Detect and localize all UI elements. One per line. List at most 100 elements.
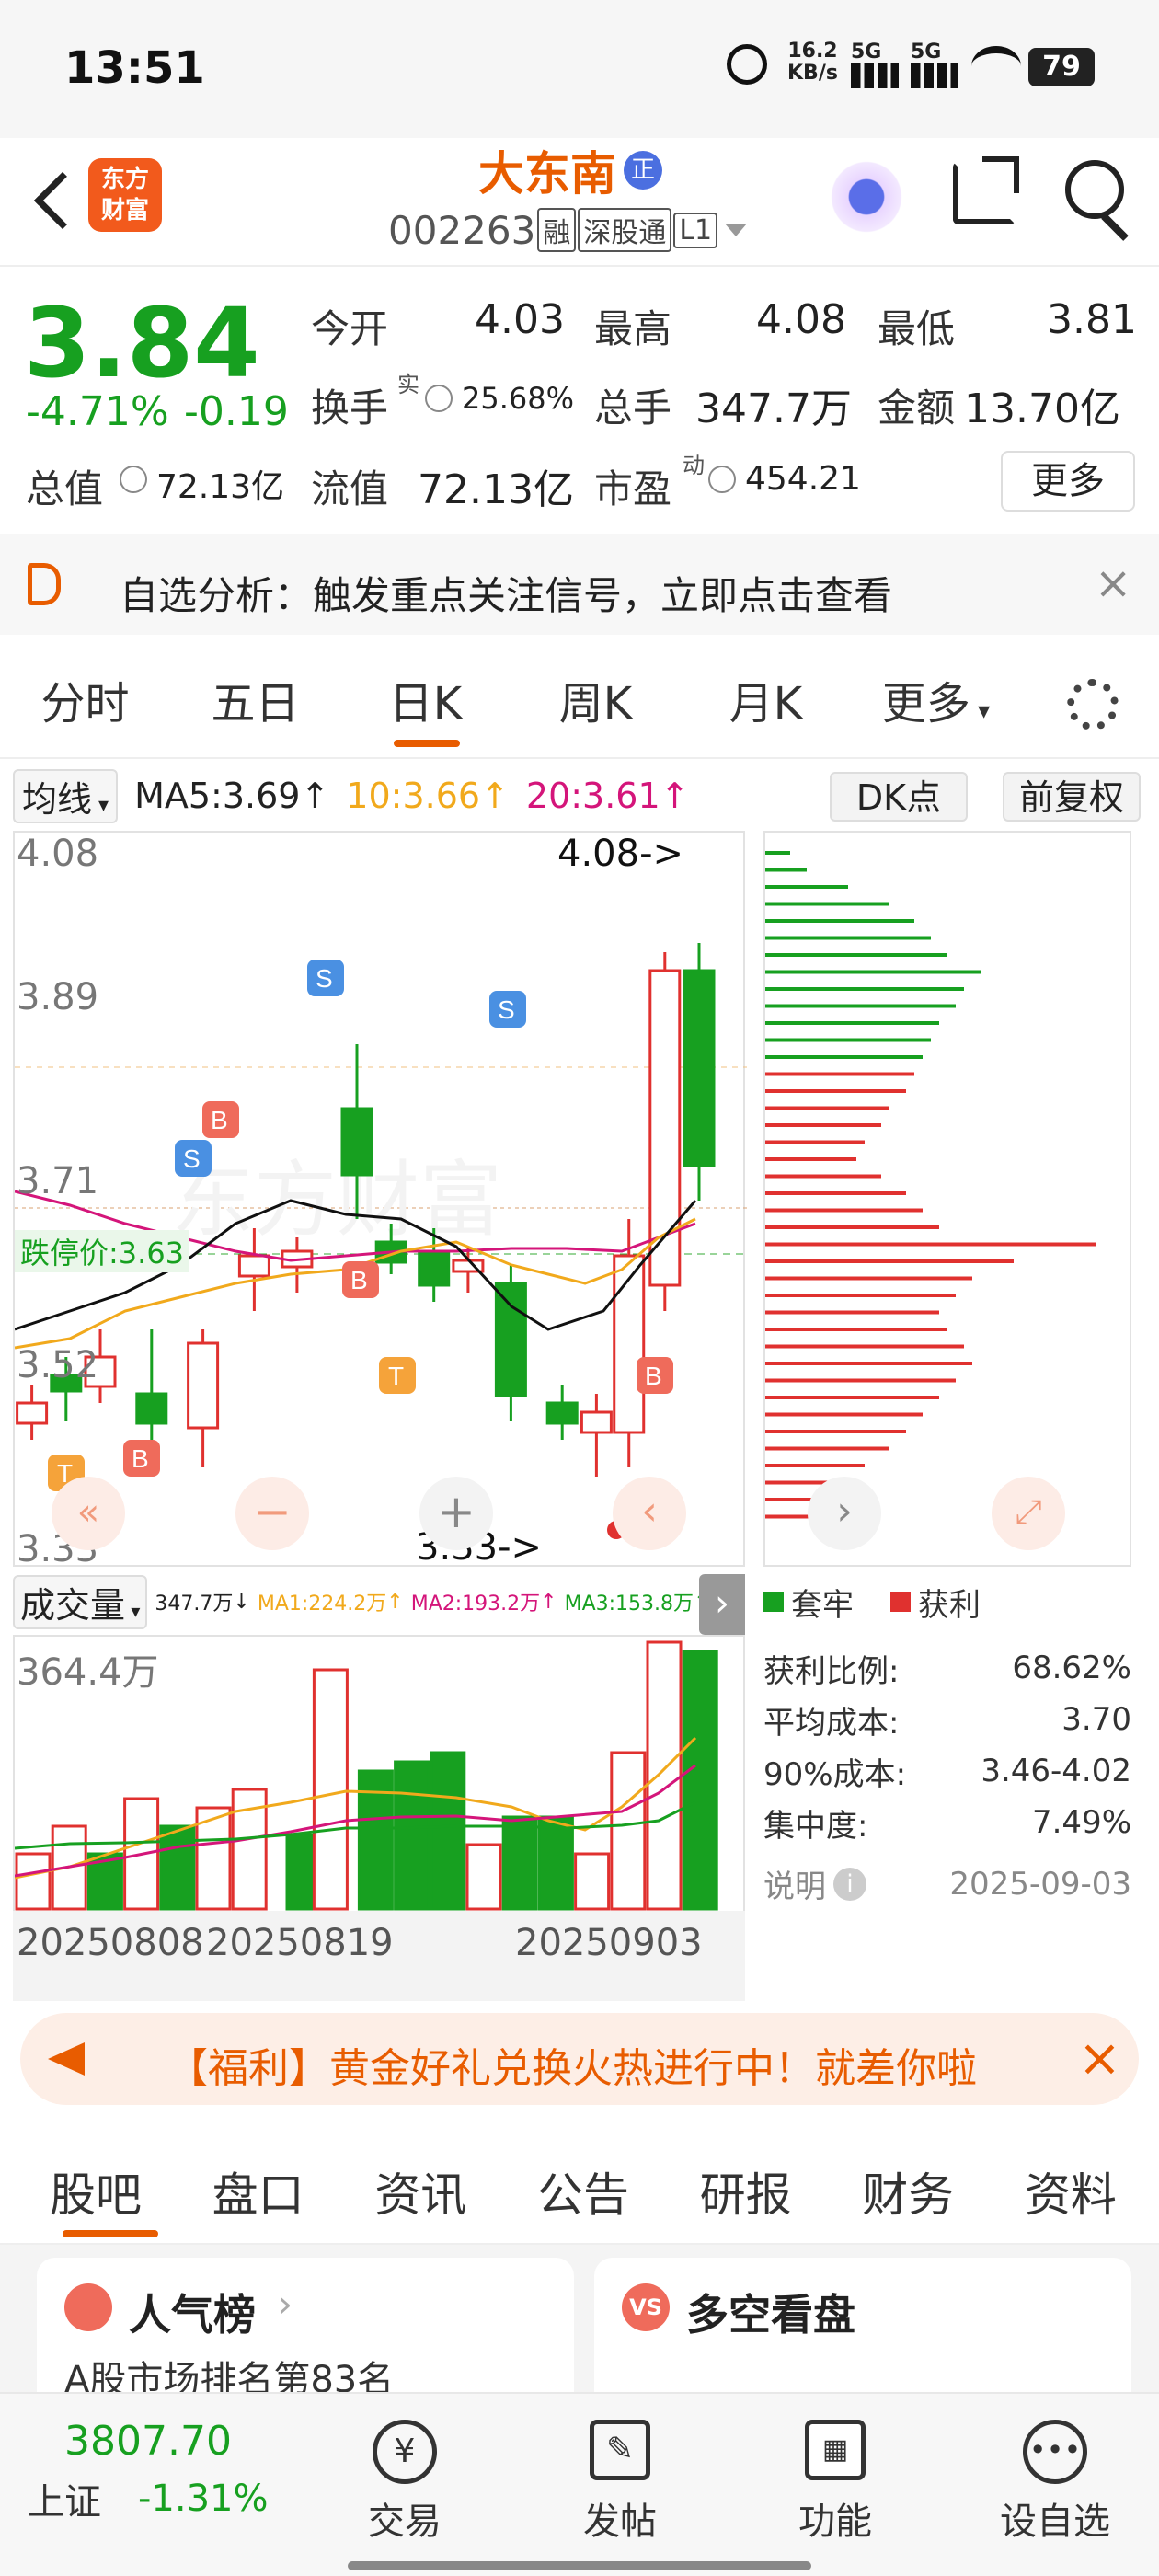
- post-label: 发帖: [583, 2501, 657, 2543]
- zoom-in-icon[interactable]: +: [419, 1477, 493, 1550]
- volume-bar: [646, 1640, 683, 1911]
- y-label-3: 3.71: [17, 1160, 99, 1202]
- close-icon[interactable]: ×: [1095, 561, 1131, 605]
- home-indicator: [348, 2561, 811, 2570]
- volume-bar: [430, 1751, 466, 1911]
- chip-bar: [765, 1004, 956, 1008]
- ma-selector[interactable]: 均线 ▾: [13, 768, 119, 823]
- zoom-out-icon[interactable]: −: [235, 1477, 309, 1550]
- tab-five-day[interactable]: 五日: [170, 667, 340, 731]
- tab-weekly-k[interactable]: 周K: [511, 667, 681, 731]
- chip-bar: [765, 1276, 972, 1281]
- ma10-value: 10:3.66: [346, 776, 481, 816]
- volume-selector[interactable]: 成交量 ▾: [13, 1574, 148, 1629]
- tab-intraday[interactable]: 分时: [0, 667, 170, 731]
- megaphone-icon: [48, 2042, 85, 2076]
- section-tabs: 股吧 盘口 资讯 公告 研报 财务 资料: [0, 2134, 1159, 2245]
- tab-monthly-k[interactable]: 月K: [681, 667, 851, 731]
- more-button[interactable]: 更多: [1001, 451, 1135, 512]
- tab-news[interactable]: 资讯: [356, 2158, 485, 2225]
- amount-value: 13.70亿: [964, 385, 1120, 432]
- expand-panel-arrow-icon[interactable]: ›: [699, 1574, 745, 1635]
- scroll-left-icon[interactable]: «: [52, 1477, 125, 1550]
- tab-announcements[interactable]: 公告: [519, 2158, 648, 2225]
- tab-order-book[interactable]: 盘口: [194, 2158, 323, 2225]
- info-icon[interactable]: [708, 466, 736, 493]
- chip-bar: [765, 1362, 972, 1365]
- trade-label: 交易: [368, 2501, 442, 2543]
- dropdown-icon[interactable]: [725, 224, 748, 236]
- chip-bar: [765, 885, 848, 889]
- mcap-label: 总值: [26, 466, 104, 512]
- signal-t-label: T: [388, 1362, 404, 1390]
- chip-bar: [765, 868, 807, 872]
- chip-bar: [765, 970, 981, 974]
- index-ticker[interactable]: 3807.70 上证 -1.31%: [28, 2418, 322, 2537]
- chip-bar: [765, 902, 889, 906]
- signal-s-label: S: [498, 995, 515, 1024]
- analysis-alert[interactable]: 自选分析：触发重点关注信号，立即点击查看 ×: [0, 534, 1159, 635]
- share-arrow-icon: [982, 156, 1019, 193]
- settings-gear-icon[interactable]: [1067, 679, 1119, 730]
- popularity-card[interactable]: 人气榜 › A股市场排名第83名: [37, 2258, 574, 2414]
- close-icon[interactable]: ×: [1078, 2033, 1121, 2085]
- speaker-icon: [28, 563, 61, 605]
- more-label: 更多: [1031, 460, 1105, 502]
- search-icon[interactable]: [1065, 160, 1124, 219]
- chip-bar: [765, 1208, 923, 1213]
- tab-financials[interactable]: 财务: [843, 2158, 972, 2225]
- high-label: 最高: [594, 306, 672, 351]
- prev-icon[interactable]: ‹: [613, 1477, 686, 1550]
- chip-note[interactable]: 说明 i: [763, 1861, 866, 1906]
- robot-assistant-icon[interactable]: [826, 156, 907, 237]
- open-label: 今开: [311, 306, 389, 351]
- signal-s-label: S: [316, 964, 333, 993]
- chip-distribution-chart[interactable]: › ⤢: [763, 831, 1131, 1567]
- candle: [418, 1249, 451, 1287]
- tab-active-underline: [394, 740, 460, 747]
- tab-research[interactable]: 研报: [682, 2158, 810, 2225]
- date-label-1: 20250808: [17, 1922, 204, 1964]
- kline-chart[interactable]: 东方财富 S S S B B B B T T 4.08 3.89 3.71 3.…: [13, 831, 747, 1570]
- chip-stat-label: 平均成本:: [763, 1704, 900, 1742]
- volume-ma1: MA1:224.2万: [257, 1593, 387, 1616]
- candle: [683, 969, 716, 1167]
- chevron-right-icon: ›: [278, 2283, 293, 2326]
- post-button[interactable]: ✎ 发帖: [546, 2394, 694, 2545]
- chip-bar: [765, 1430, 906, 1433]
- expand-icon[interactable]: ⤢: [992, 1477, 1065, 1550]
- chip-next-icon[interactable]: ›: [808, 1477, 881, 1550]
- info-icon[interactable]: [425, 385, 453, 412]
- features-button[interactable]: ▦ 功能: [762, 2394, 909, 2545]
- tab-daily-k[interactable]: 日K: [340, 667, 511, 731]
- versus-icon: VS: [622, 2283, 670, 2331]
- chip-stat-value: 3.70: [1061, 1701, 1131, 1738]
- period-tabs: 分时 五日 日K 周K 月K 更多 ▾: [0, 635, 1159, 759]
- volume-bar: [537, 1815, 574, 1911]
- chip-svg: [765, 851, 1096, 1519]
- tab-profile[interactable]: 资料: [1006, 2158, 1135, 2225]
- candle: [340, 1107, 373, 1177]
- stock-code: 002263: [388, 207, 536, 253]
- add-watchlist-button[interactable]: ••• 设自选: [977, 2394, 1133, 2545]
- tab-more[interactable]: 更多 ▾: [851, 667, 1021, 731]
- back-icon[interactable]: [33, 171, 92, 230]
- app-logo[interactable]: 东方 财富: [88, 158, 162, 232]
- signal-b-label: B: [132, 1444, 149, 1473]
- battery-icon: 79: [1028, 48, 1095, 86]
- volume-chart[interactable]: 364.4万: [13, 1635, 745, 1911]
- trade-button[interactable]: ¥ 交易: [331, 2394, 478, 2545]
- section-tab-underline: [63, 2230, 158, 2237]
- bull-bear-card[interactable]: VS 多空看盘: [594, 2258, 1131, 2414]
- tab-forum[interactable]: 股吧: [31, 2158, 160, 2225]
- candle: [494, 1282, 527, 1397]
- info-icon[interactable]: [120, 466, 147, 493]
- adjust-toggle[interactable]: 前复权: [1003, 772, 1141, 822]
- chip-bar: [765, 1055, 923, 1059]
- dk-point-toggle[interactable]: DK点: [830, 772, 968, 822]
- promo-banner[interactable]: 【福利】黄金好礼兑换火热进行中！就差你啦 ×: [20, 2013, 1139, 2105]
- chip-bar: [765, 1396, 939, 1399]
- volume-selector-label: 成交量: [20, 1584, 126, 1626]
- turnover-label: 换手: [311, 385, 389, 431]
- tag-level: L1: [673, 212, 718, 248]
